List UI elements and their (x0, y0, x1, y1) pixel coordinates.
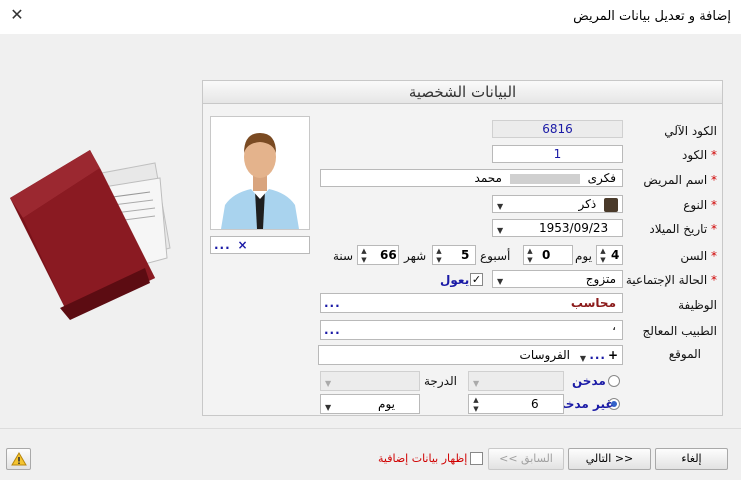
warning-button[interactable] (6, 448, 31, 470)
doctor-input[interactable]: ، ... (320, 320, 623, 340)
smoke-count-spinner[interactable]: ▲ ▼ 6 (468, 394, 564, 414)
job-input[interactable]: محاسب ... (320, 293, 623, 313)
smoke-unit-select[interactable]: يوم ▼ (320, 394, 420, 414)
clear-photo-button[interactable]: × (238, 238, 248, 252)
patient-name-label: * اسم المريض (643, 173, 717, 187)
breadwinner-label: يعول (440, 273, 470, 287)
auto-code-field: 6816 (492, 120, 623, 138)
window-title: إضافة و تعديل بيانات المريض (573, 9, 731, 24)
next-button[interactable]: << التالي (568, 448, 651, 470)
smoking-type-select[interactable]: ▼ (320, 371, 420, 391)
age-weeks-spinner[interactable]: ▲ ▼ 5 (432, 245, 476, 265)
auto-code-label: الكود الآلي (664, 124, 717, 138)
day-unit-label: يوم (575, 249, 592, 263)
age-days-spinner[interactable]: ▲ ▼ 0 (523, 245, 573, 265)
location-select[interactable]: + ... ▼ الفروسات (318, 345, 623, 365)
person-avatar-icon (211, 117, 309, 229)
add-location-button[interactable]: + (608, 346, 618, 364)
degree-label: الدرجة (424, 374, 457, 388)
chevron-down-icon: ▼ (497, 226, 504, 235)
gender-male-icon (604, 197, 618, 212)
panel-title: البيانات الشخصية (203, 81, 722, 104)
gender-select[interactable]: ذكر ▼ (492, 195, 623, 213)
age-extra-spinner[interactable]: ▲ ▼ 4 (596, 245, 623, 265)
second-name-text: محمد (474, 171, 502, 185)
breadwinner-checkbox[interactable]: ✓ (470, 273, 483, 286)
year-unit-label: سنة (333, 249, 354, 263)
job-label: الوظيفة (678, 298, 717, 312)
age-label: * السن (680, 249, 717, 263)
chevron-down-icon: ▼ (473, 379, 480, 388)
close-icon[interactable]: ✕ (8, 6, 26, 24)
chevron-down-icon: ▼ (497, 277, 504, 286)
code-label: * الكود (682, 148, 717, 162)
spin-buttons-icon: ▲ ▼ (436, 247, 442, 264)
photo-actions: ... × (210, 236, 310, 254)
previous-button[interactable]: السابق >> (488, 448, 564, 470)
chevron-down-icon: ▼ (325, 403, 332, 412)
age-years-spinner[interactable]: ▲ ▼ 66 (357, 245, 399, 265)
birth-date-picker[interactable]: 1953/09/23 ▼ (492, 219, 623, 237)
cancel-button[interactable]: إلغاء (655, 448, 728, 470)
warning-icon (10, 452, 27, 466)
birth-date-label: * تاريخ الميلاد (649, 222, 717, 236)
smoking-degree-select[interactable]: ▼ (468, 371, 564, 391)
chevron-down-icon: ▼ (579, 354, 586, 363)
chevron-down-icon: ▼ (497, 202, 504, 211)
month-unit-label: شهر (404, 249, 427, 263)
chevron-down-icon: ▼ (325, 379, 332, 388)
redacted-name-part (509, 173, 580, 184)
browse-photo-button[interactable]: ... (214, 238, 231, 252)
doctor-label: الطبيب المعالج (642, 324, 717, 338)
week-unit-label: أسبوع (480, 249, 511, 263)
smoker-radio[interactable] (608, 375, 620, 387)
footer-divider (0, 428, 741, 429)
patient-name-input[interactable]: فكرى محمد (320, 169, 623, 187)
doctor-browse-button[interactable]: ... (324, 324, 341, 336)
first-name-text: فكرى (587, 171, 616, 185)
documents-folder-icon (10, 150, 171, 320)
spin-buttons-icon: ▲ ▼ (527, 247, 533, 264)
avatar[interactable] (210, 116, 310, 230)
code-input[interactable]: 1 (492, 145, 623, 163)
show-extra-checkbox[interactable] (470, 452, 483, 465)
spin-buttons-icon: ▲ ▼ (473, 396, 479, 413)
job-browse-button[interactable]: ... (324, 294, 341, 312)
smoker-label: مدخن (572, 374, 606, 388)
marital-status-select[interactable]: متزوج ▼ (492, 270, 623, 288)
spin-buttons-icon: ▲ ▼ (600, 247, 606, 264)
show-extra-label: إظهار بيانات إضافية (378, 452, 468, 465)
gender-label: * النوع (683, 198, 717, 212)
marital-status-label: * الحالة الإجتماعية (625, 273, 717, 287)
location-label: الموقع (668, 347, 701, 361)
location-browse-button[interactable]: ... (589, 346, 606, 364)
spin-buttons-icon: ▲ ▼ (361, 247, 367, 264)
